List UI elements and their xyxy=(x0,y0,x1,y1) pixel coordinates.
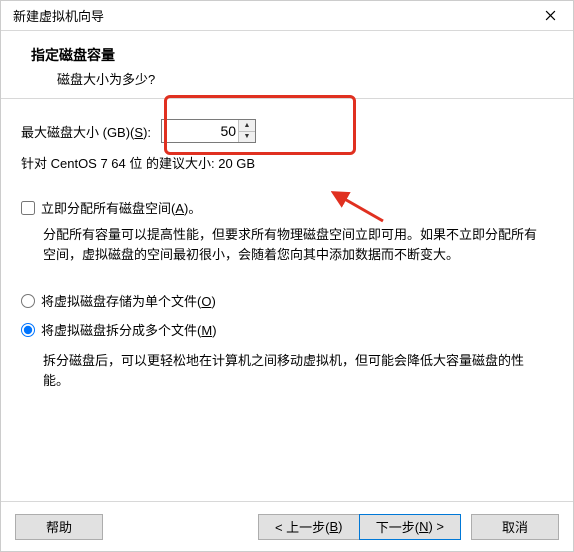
close-button[interactable] xyxy=(527,1,573,31)
multi-file-radio[interactable] xyxy=(21,323,35,337)
allocate-now-label: 立即分配所有磁盘空间(A)。 xyxy=(41,198,201,217)
help-button[interactable]: 帮助 xyxy=(15,514,103,540)
multi-file-label: 将虚拟磁盘拆分成多个文件(M) xyxy=(41,320,217,339)
max-disk-size-input[interactable] xyxy=(162,120,238,142)
spinner-buttons: ▲ ▼ xyxy=(238,120,255,142)
wizard-content: 最大磁盘大小 (GB)(S): ▲ ▼ 针对 CentOS 7 64 位 的建议… xyxy=(1,99,573,392)
spinner-down-button[interactable]: ▼ xyxy=(239,132,255,143)
header-subtitle: 磁盘大小为多少? xyxy=(31,69,543,88)
wizard-header: 指定磁盘容量 磁盘大小为多少? xyxy=(1,31,573,99)
single-file-radio[interactable] xyxy=(21,294,35,308)
back-button[interactable]: < 上一步(B) xyxy=(258,514,360,540)
allocate-now-checkbox[interactable] xyxy=(21,201,35,215)
wizard-footer: 帮助 < 上一步(B) 下一步(N) > 取消 xyxy=(1,501,573,551)
split-description: 拆分磁盘后，可以更轻松地在计算机之间移动虚拟机，但可能会降低大容量磁盘的性能。 xyxy=(21,349,553,391)
allocate-now-description: 分配所有容量可以提高性能，但要求所有物理磁盘空间立即可用。如果不立即分配所有空间… xyxy=(21,223,553,265)
window-title: 新建虚拟机向导 xyxy=(13,6,104,25)
close-icon xyxy=(545,10,556,21)
titlebar: 新建虚拟机向导 xyxy=(1,1,573,31)
header-title: 指定磁盘容量 xyxy=(31,45,543,65)
allocate-now-checkbox-row[interactable]: 立即分配所有磁盘空间(A)。 xyxy=(21,198,553,217)
single-file-label: 将虚拟磁盘存储为单个文件(O) xyxy=(41,291,216,310)
max-disk-size-row: 最大磁盘大小 (GB)(S): ▲ ▼ xyxy=(21,119,553,143)
single-file-radio-row[interactable]: 将虚拟磁盘存储为单个文件(O) xyxy=(21,291,553,310)
max-disk-size-spinner[interactable]: ▲ ▼ xyxy=(161,119,256,143)
multi-file-radio-row[interactable]: 将虚拟磁盘拆分成多个文件(M) xyxy=(21,320,553,339)
next-button[interactable]: 下一步(N) > xyxy=(359,514,461,540)
max-disk-size-label: 最大磁盘大小 (GB)(S): xyxy=(21,122,151,141)
recommended-size-text: 针对 CentOS 7 64 位 的建议大小: 20 GB xyxy=(21,153,553,172)
cancel-button[interactable]: 取消 xyxy=(471,514,559,540)
spinner-up-button[interactable]: ▲ xyxy=(239,120,255,132)
